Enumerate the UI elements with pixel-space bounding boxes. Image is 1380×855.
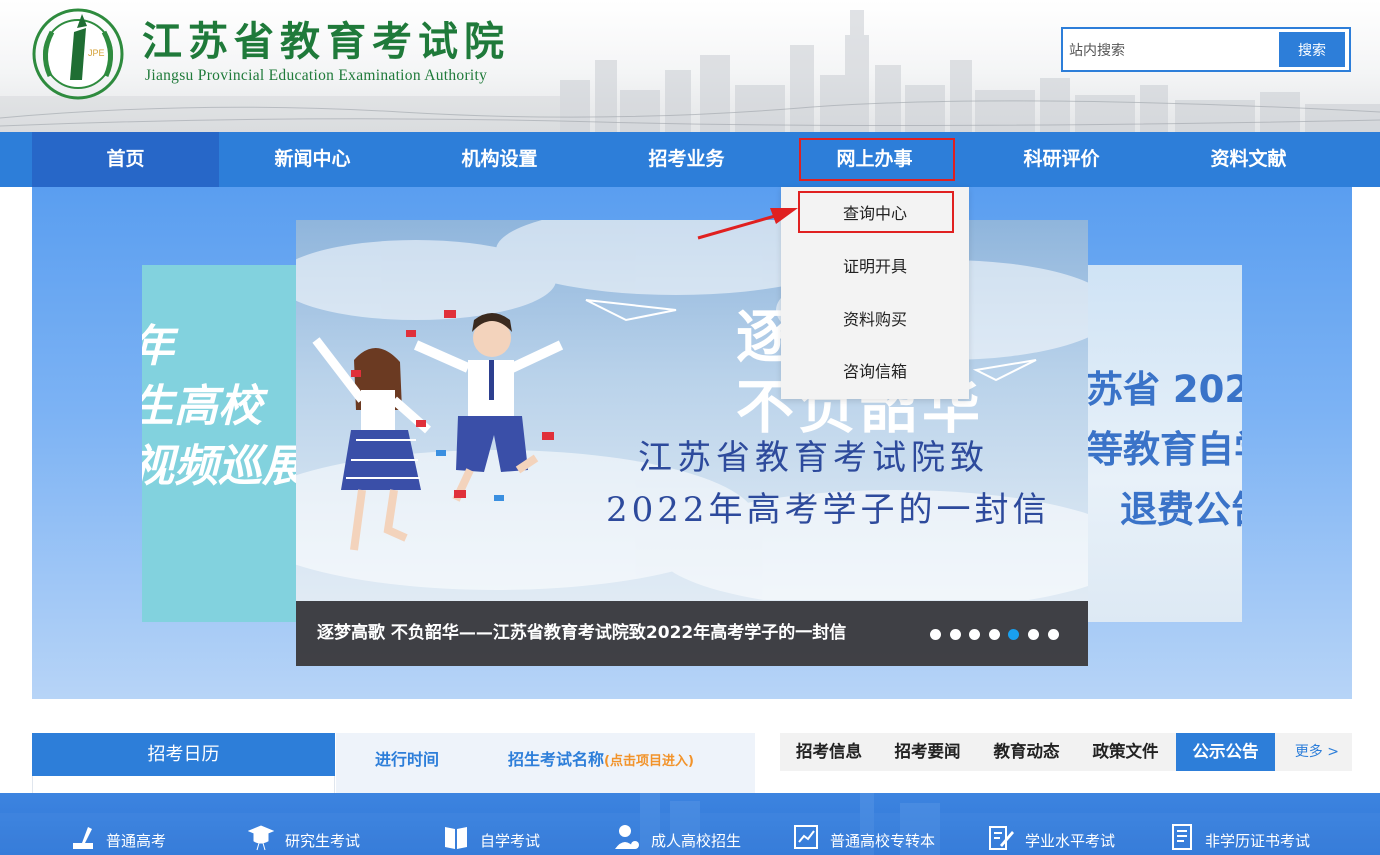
slide-caption[interactable]: 逐梦高歌 不负韶华——江苏省教育考试院致2022年高考学子的一封信	[317, 601, 846, 666]
search-input[interactable]	[1069, 33, 1273, 66]
tab-announcements[interactable]: 公示公告	[1176, 733, 1275, 771]
page: JPE 江苏省教育考试院 Jiangsu Provincial Educatio…	[0, 0, 1380, 855]
graduation-cap-icon	[248, 825, 274, 851]
news-tabs: 招考信息 招考要闻 教育动态 政策文件 公示公告 更多 >	[780, 733, 1352, 771]
tab-policy-docs[interactable]: 政策文件	[1076, 733, 1175, 771]
main-nav: 首页 新闻中心 机构设置 招考业务 网上办事 科研评价 资料文献	[0, 132, 1380, 187]
slide-preview-right[interactable]: 苏省 2022 等教育自学 退费公告	[1088, 265, 1242, 622]
slide-left-line: 年	[142, 317, 296, 377]
nav-news-center[interactable]: 新闻中心	[219, 132, 406, 187]
nav-organization[interactable]: 机构设置	[406, 132, 593, 187]
carousel-dot[interactable]	[1008, 629, 1020, 640]
calendar-title: 招考日历	[32, 733, 335, 776]
book-icon	[445, 827, 467, 849]
carousel-dot[interactable]	[949, 629, 961, 640]
logo-emblem-icon: JPE	[32, 8, 124, 100]
slide-right-line: 退费公告	[1120, 488, 1242, 531]
tab-admission-info[interactable]: 招考信息	[780, 733, 878, 771]
nav-research[interactable]: 科研评价	[968, 132, 1155, 187]
logo-english-title: Jiangsu Provincial Education Examination…	[145, 67, 488, 84]
column-time: 进行时间	[375, 750, 440, 769]
svg-text:JPE: JPE	[88, 48, 105, 58]
carousel-dot[interactable]	[969, 629, 981, 640]
nav-online-services[interactable]: 网上办事	[781, 132, 968, 187]
tab-education-news[interactable]: 教育动态	[977, 733, 1076, 771]
carousel-dot[interactable]	[988, 629, 1000, 640]
document-icon	[1172, 824, 1192, 850]
slide-caption-bar: 逐梦高歌 不负韶华——江苏省教育考试院致2022年高考学子的一封信	[296, 601, 1088, 666]
pen-paper-icon	[989, 826, 1014, 850]
nav-documents[interactable]: 资料文献	[1155, 132, 1342, 187]
slide-left-line: 生高校	[142, 381, 262, 432]
slide-main[interactable]: 逐 不负韶华 江苏省教育考试院致 2022年高考学子的一封信 逐梦高歌 不负韶华…	[296, 220, 1088, 666]
slide-left-line: 视频巡展	[142, 441, 296, 492]
column-exam-name: 招生考试名称(点击项目进入)	[508, 746, 694, 770]
slide-subtitle-line2: 2022年高考学子的一封信	[606, 490, 1051, 530]
site-header: JPE 江苏省教育考试院 Jiangsu Provincial Educatio…	[0, 0, 1380, 132]
calendar-columns: 进行时间 招生考试名称(点击项目进入)	[336, 733, 755, 793]
slide-preview-left[interactable]: 年 生高校 视频巡展	[142, 265, 296, 622]
carousel-dot[interactable]	[930, 629, 941, 640]
carousel-dot[interactable]	[1027, 629, 1039, 640]
slide-right-line: 等教育自学	[1088, 428, 1242, 471]
tab-admission-news[interactable]: 招考要闻	[878, 733, 977, 771]
online-services-dropdown: 查询中心 证明开具 资料购买 咨询信箱	[781, 187, 969, 399]
column-hint: (点击项目进入)	[604, 754, 694, 769]
dropdown-item-certificate[interactable]: 证明开具	[781, 247, 969, 287]
writing-hand-icon	[73, 827, 93, 849]
carousel-dot[interactable]	[1047, 629, 1059, 640]
red-arrow-icon	[697, 208, 798, 240]
dropdown-item-query-center[interactable]: 查询中心	[781, 194, 969, 234]
dropdown-item-mailbox[interactable]: 咨询信箱	[781, 352, 969, 392]
search-box: 搜索	[1061, 27, 1351, 72]
chart-board-icon	[794, 825, 818, 849]
search-button[interactable]: 搜索	[1279, 32, 1345, 67]
logo-chinese-title: 江苏省教育考试院	[142, 18, 510, 65]
column-exam-name-label: 招生考试名称	[508, 750, 605, 769]
slide-subtitle-line1: 江苏省教育考试院致	[638, 438, 989, 478]
more-link[interactable]: 更多 >	[1295, 733, 1339, 771]
slide-right-line: 苏省 2022	[1088, 368, 1242, 411]
nav-admissions[interactable]: 招考业务	[593, 132, 780, 187]
carousel-dots	[930, 629, 1067, 641]
quick-links-bar: 普通高考 研究生考试 自学考试 成人高校招生 普通高校专转本 学业水平考试 非学…	[0, 793, 1380, 855]
nav-home[interactable]: 首页	[32, 132, 219, 187]
user-icon	[615, 825, 639, 849]
dropdown-item-purchase[interactable]: 资料购买	[781, 300, 969, 340]
